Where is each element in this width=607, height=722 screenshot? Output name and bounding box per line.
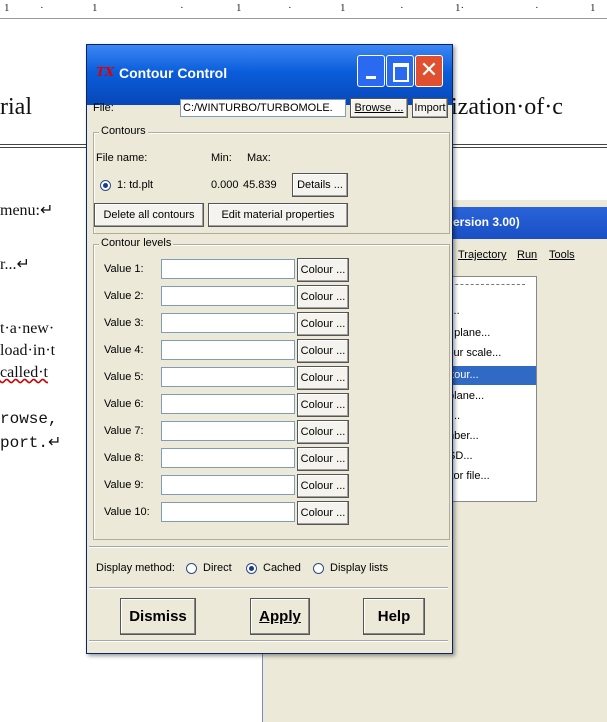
- contour-level-label: Value 2:: [104, 290, 144, 302]
- details-button[interactable]: Details ...: [292, 173, 348, 197]
- contour-min-value: 0.000: [211, 179, 239, 191]
- contour-level-label: Value 1:: [104, 263, 144, 275]
- contour-radio[interactable]: [100, 180, 111, 191]
- contour-level-label: Value 10:: [104, 506, 150, 518]
- browse-button[interactable]: Browse ...: [350, 98, 408, 118]
- document-heading-fragment-right: ization·of·c: [451, 94, 563, 120]
- display-direct-label: Direct: [203, 562, 232, 574]
- contour-level-input[interactable]: [161, 394, 295, 414]
- contour-level-label: Value 8:: [104, 452, 144, 464]
- contour-level-input[interactable]: [161, 448, 295, 468]
- document-line: menu:↵: [0, 202, 54, 219]
- maximize-icon: [393, 63, 409, 82]
- document-line: called·t: [0, 364, 48, 381]
- contour-level-input[interactable]: [161, 286, 295, 306]
- contour-level-label: Value 3:: [104, 317, 144, 329]
- background-window-title: ersion 3.00): [453, 215, 520, 229]
- close-button[interactable]: ✕: [415, 55, 443, 87]
- separator: [89, 546, 448, 548]
- dismiss-button[interactable]: Dismiss: [120, 598, 196, 635]
- file-label: File:: [93, 102, 114, 114]
- column-max: Max:: [247, 152, 271, 164]
- ruler: 1 · 1 · 1 · 1 · 1· · 1: [0, 0, 607, 19]
- document-heading-fragment-left: rial: [0, 94, 32, 120]
- contour-level-input[interactable]: [161, 340, 295, 360]
- document-line: r...↵: [0, 256, 30, 273]
- document-line: load·in·t: [0, 342, 56, 359]
- display-cached-label: Cached: [263, 562, 301, 574]
- dialog-titlebar[interactable]: TX Contour Control ✕: [87, 45, 452, 105]
- contour-level-label: Value 5:: [104, 371, 144, 383]
- colour-button[interactable]: Colour ...: [297, 447, 349, 471]
- column-file-name: File name:: [96, 152, 148, 164]
- colour-button[interactable]: Colour ...: [297, 312, 349, 336]
- minimize-button[interactable]: [357, 55, 385, 87]
- close-icon: ✕: [419, 58, 439, 83]
- colour-button[interactable]: Colour ...: [297, 339, 349, 363]
- edit-material-properties-button[interactable]: Edit material properties: [208, 203, 348, 227]
- menu-tools[interactable]: Tools: [549, 249, 575, 261]
- display-cached-radio[interactable]: [246, 563, 257, 574]
- colour-button[interactable]: Colour ...: [297, 258, 349, 282]
- maximize-button[interactable]: [386, 55, 414, 87]
- delete-all-contours-button[interactable]: Delete all contours: [94, 203, 204, 227]
- contour-level-label: Value 7:: [104, 425, 144, 437]
- colour-button[interactable]: Colour ...: [297, 366, 349, 390]
- apply-button[interactable]: Apply: [250, 598, 310, 635]
- contour-level-label: Value 6:: [104, 398, 144, 410]
- minimize-icon: [366, 76, 376, 79]
- background-dropdown-menu: s... p plane... lour scale... ntour... t…: [440, 276, 537, 502]
- contour-level-input[interactable]: [161, 421, 295, 441]
- colour-button[interactable]: Colour ...: [297, 420, 349, 444]
- display-lists-label: Display lists: [330, 562, 389, 574]
- contour-file-name: 1: td.plt: [117, 179, 154, 191]
- separator: [89, 587, 448, 589]
- contour-level-input[interactable]: [161, 475, 295, 495]
- menu-trajectory[interactable]: Trajectory: [458, 249, 507, 261]
- contour-levels-group-title: Contour levels: [99, 237, 174, 249]
- separator: [89, 640, 448, 642]
- dialog-title: Contour Control: [119, 65, 228, 81]
- colour-button[interactable]: Colour ...: [297, 393, 349, 417]
- colour-button[interactable]: Colour ...: [297, 501, 349, 525]
- colour-button[interactable]: Colour ...: [297, 285, 349, 309]
- help-button[interactable]: Help: [363, 598, 425, 635]
- contours-group-title: Contours: [99, 125, 148, 137]
- import-button[interactable]: Import: [412, 98, 448, 118]
- menu-item[interactable]: lour scale...: [445, 347, 501, 359]
- document-line: t·a·new·: [0, 320, 55, 337]
- display-lists-radio[interactable]: [313, 563, 324, 574]
- contour-level-label: Value 9:: [104, 479, 144, 491]
- document-line: rowse,: [0, 410, 58, 428]
- document-line: port.↵: [0, 434, 62, 452]
- contour-level-input[interactable]: [161, 502, 295, 522]
- contour-max-value: 45.839: [243, 179, 277, 191]
- display-method-label: Display method:: [96, 562, 175, 574]
- menu-run[interactable]: Run: [517, 249, 537, 261]
- contour-level-label: Value 4:: [104, 344, 144, 356]
- colour-button[interactable]: Colour ...: [297, 474, 349, 498]
- contour-level-input[interactable]: [161, 367, 295, 387]
- column-min: Min:: [211, 152, 232, 164]
- contour-level-input[interactable]: [161, 313, 295, 333]
- app-logo-icon: TX: [96, 65, 115, 79]
- file-path-input[interactable]: C:/WINTURBO/TURBOMOLE.: [180, 99, 346, 117]
- display-direct-radio[interactable]: [186, 563, 197, 574]
- contour-control-dialog: TX Contour Control ✕ File: C:/WINTURBO/T…: [86, 44, 453, 654]
- menu-item-selected[interactable]: ntour...: [441, 366, 536, 385]
- contour-level-input[interactable]: [161, 259, 295, 279]
